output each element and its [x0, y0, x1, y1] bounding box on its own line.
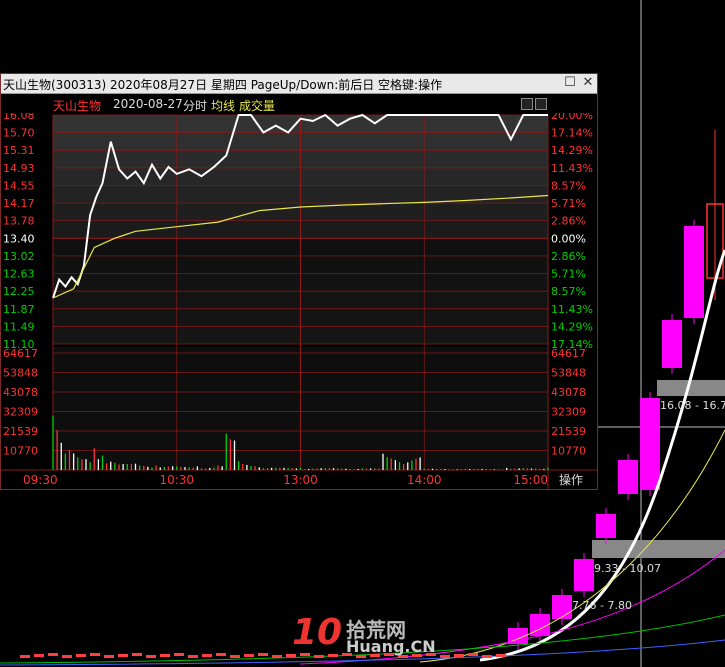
square-icon[interactable]: ☐ — [563, 76, 577, 90]
window-title: 天山生物(300313) 2020年08月27日 星期四 PageUp/Down… — [3, 78, 443, 92]
percent-tick-label: 5.71% — [551, 268, 586, 281]
watermark-logo: 10 拾荒网 Huang.CN — [290, 612, 436, 660]
percent-tick-label: 5.71% — [551, 197, 586, 210]
time-tick-label: 10:30 — [159, 473, 194, 487]
percent-tick-label: 20.00% — [551, 113, 593, 122]
volume-tick-label: 10770 — [551, 445, 586, 458]
volume-tick-label: 43078 — [3, 386, 38, 399]
chart-header: 天山生物 2020-08-27 分时 均线 成交量 — [1, 94, 597, 113]
price-tick-label: 14.93 — [3, 162, 35, 175]
time-tick-label: 15:00 — [513, 473, 548, 487]
small-candle — [118, 654, 128, 657]
volume-tick-label: 64617 — [3, 347, 38, 360]
small-candle — [272, 655, 282, 658]
small-candle — [132, 653, 142, 656]
chart-mode: 分时 — [183, 99, 208, 113]
price-tick-label: 11.49 — [3, 320, 35, 333]
volume-tick-label: 32309 — [551, 406, 586, 419]
volume-tick-label: 21539 — [3, 425, 38, 438]
small-candle — [496, 654, 506, 657]
small-candle — [34, 654, 44, 657]
small-candle — [482, 655, 492, 658]
expand-icon[interactable] — [521, 98, 533, 110]
volume-tick-label: 43078 — [551, 386, 586, 399]
small-candle — [188, 655, 198, 658]
time-tick-label: 14:00 — [407, 473, 442, 487]
price-tick-label: 14.17 — [3, 197, 35, 210]
volume-tick-label: 21539 — [551, 425, 586, 438]
price-tick-label: 15.31 — [3, 144, 35, 157]
volume-tick-label: 53848 — [3, 367, 38, 380]
percent-tick-label: 8.57% — [551, 179, 586, 192]
avg-line-label: 均线 — [211, 99, 236, 113]
volume-tick-label: 10770 — [3, 445, 38, 458]
price-tick-label: 15.70 — [3, 127, 35, 140]
small-candle — [160, 654, 170, 657]
small-candle — [104, 655, 114, 658]
price-tick-label: 13.40 — [3, 232, 35, 245]
price-tick-label: 16.08 — [3, 113, 35, 122]
range-label: 9.33 - 10.07 — [594, 562, 661, 575]
small-candle — [48, 653, 58, 656]
price-tick-label: 11.87 — [3, 303, 35, 316]
intraday-window[interactable]: 天山生物(300313) 2020年08月27日 星期四 PageUp/Down… — [0, 73, 598, 490]
price-tick-label: 12.63 — [3, 268, 35, 281]
percent-tick-label: 11.43% — [551, 162, 593, 175]
volume-tick-label: 64617 — [551, 347, 586, 360]
candle-body — [684, 226, 704, 318]
small-candle — [20, 655, 30, 658]
operate-button[interactable]: 操作 — [559, 472, 583, 487]
chart-date: 2020-08-27 — [113, 97, 183, 111]
percent-tick-label: 11.43% — [551, 303, 593, 316]
time-tick-label: 13:00 — [283, 473, 318, 487]
percent-tick-label: 0.00% — [551, 232, 586, 245]
gap-band — [592, 540, 725, 558]
price-tick-label: 12.25 — [3, 285, 35, 298]
price-tick-label: 14.55 — [3, 179, 35, 192]
percent-tick-label: 2.86% — [551, 250, 586, 263]
percent-tick-label: 17.14% — [551, 127, 593, 140]
volume-label: 成交量 — [239, 99, 276, 113]
percent-tick-label: 14.29% — [551, 144, 593, 157]
volume-tick-label: 32309 — [3, 406, 38, 419]
price-tick-label: 13.78 — [3, 215, 35, 228]
candle-body — [596, 514, 616, 538]
small-candle — [230, 655, 240, 658]
gap-band — [657, 380, 725, 396]
watermark-number: 10 — [292, 612, 343, 653]
candle-body — [662, 320, 682, 368]
small-candle — [76, 654, 86, 657]
stock-name: 天山生物 — [53, 99, 102, 113]
intraday-chart[interactable]: 16.08 15.70 15.31 14.93 14.55 14.17 13.78 13.40… — [1, 113, 597, 489]
time-tick-label: 09:30 — [23, 473, 58, 487]
shrink-icon[interactable] — [535, 98, 547, 110]
candle-body — [640, 398, 660, 490]
small-candle — [258, 653, 268, 656]
window-titlebar[interactable]: 天山生物(300313) 2020年08月27日 星期四 PageUp/Down… — [1, 74, 597, 94]
candle-body — [574, 559, 594, 591]
percent-tick-label: 8.57% — [551, 285, 586, 298]
range-label: 7.76 - 7.80 — [572, 599, 632, 612]
range-label: 16.08 - 16.7 — [660, 399, 725, 412]
small-candle — [90, 653, 100, 656]
small-candle — [454, 654, 464, 657]
percent-tick-label: 2.86% — [551, 215, 586, 228]
small-candle — [202, 654, 212, 657]
small-candle — [62, 655, 72, 658]
close-icon[interactable]: ✕ — [581, 76, 595, 90]
candle-body — [552, 595, 572, 619]
small-candle — [244, 654, 254, 657]
small-candle — [468, 653, 478, 656]
watermark-url: Huang.CN — [346, 637, 436, 656]
volume-tick-label: 53848 — [551, 367, 586, 380]
small-candle — [216, 653, 226, 656]
small-candle — [440, 655, 450, 658]
small-candle — [146, 655, 156, 658]
percent-tick-label: 14.29% — [551, 320, 593, 333]
small-candle — [174, 653, 184, 656]
candle-body — [618, 460, 638, 494]
price-tick-label: 13.02 — [3, 250, 35, 263]
